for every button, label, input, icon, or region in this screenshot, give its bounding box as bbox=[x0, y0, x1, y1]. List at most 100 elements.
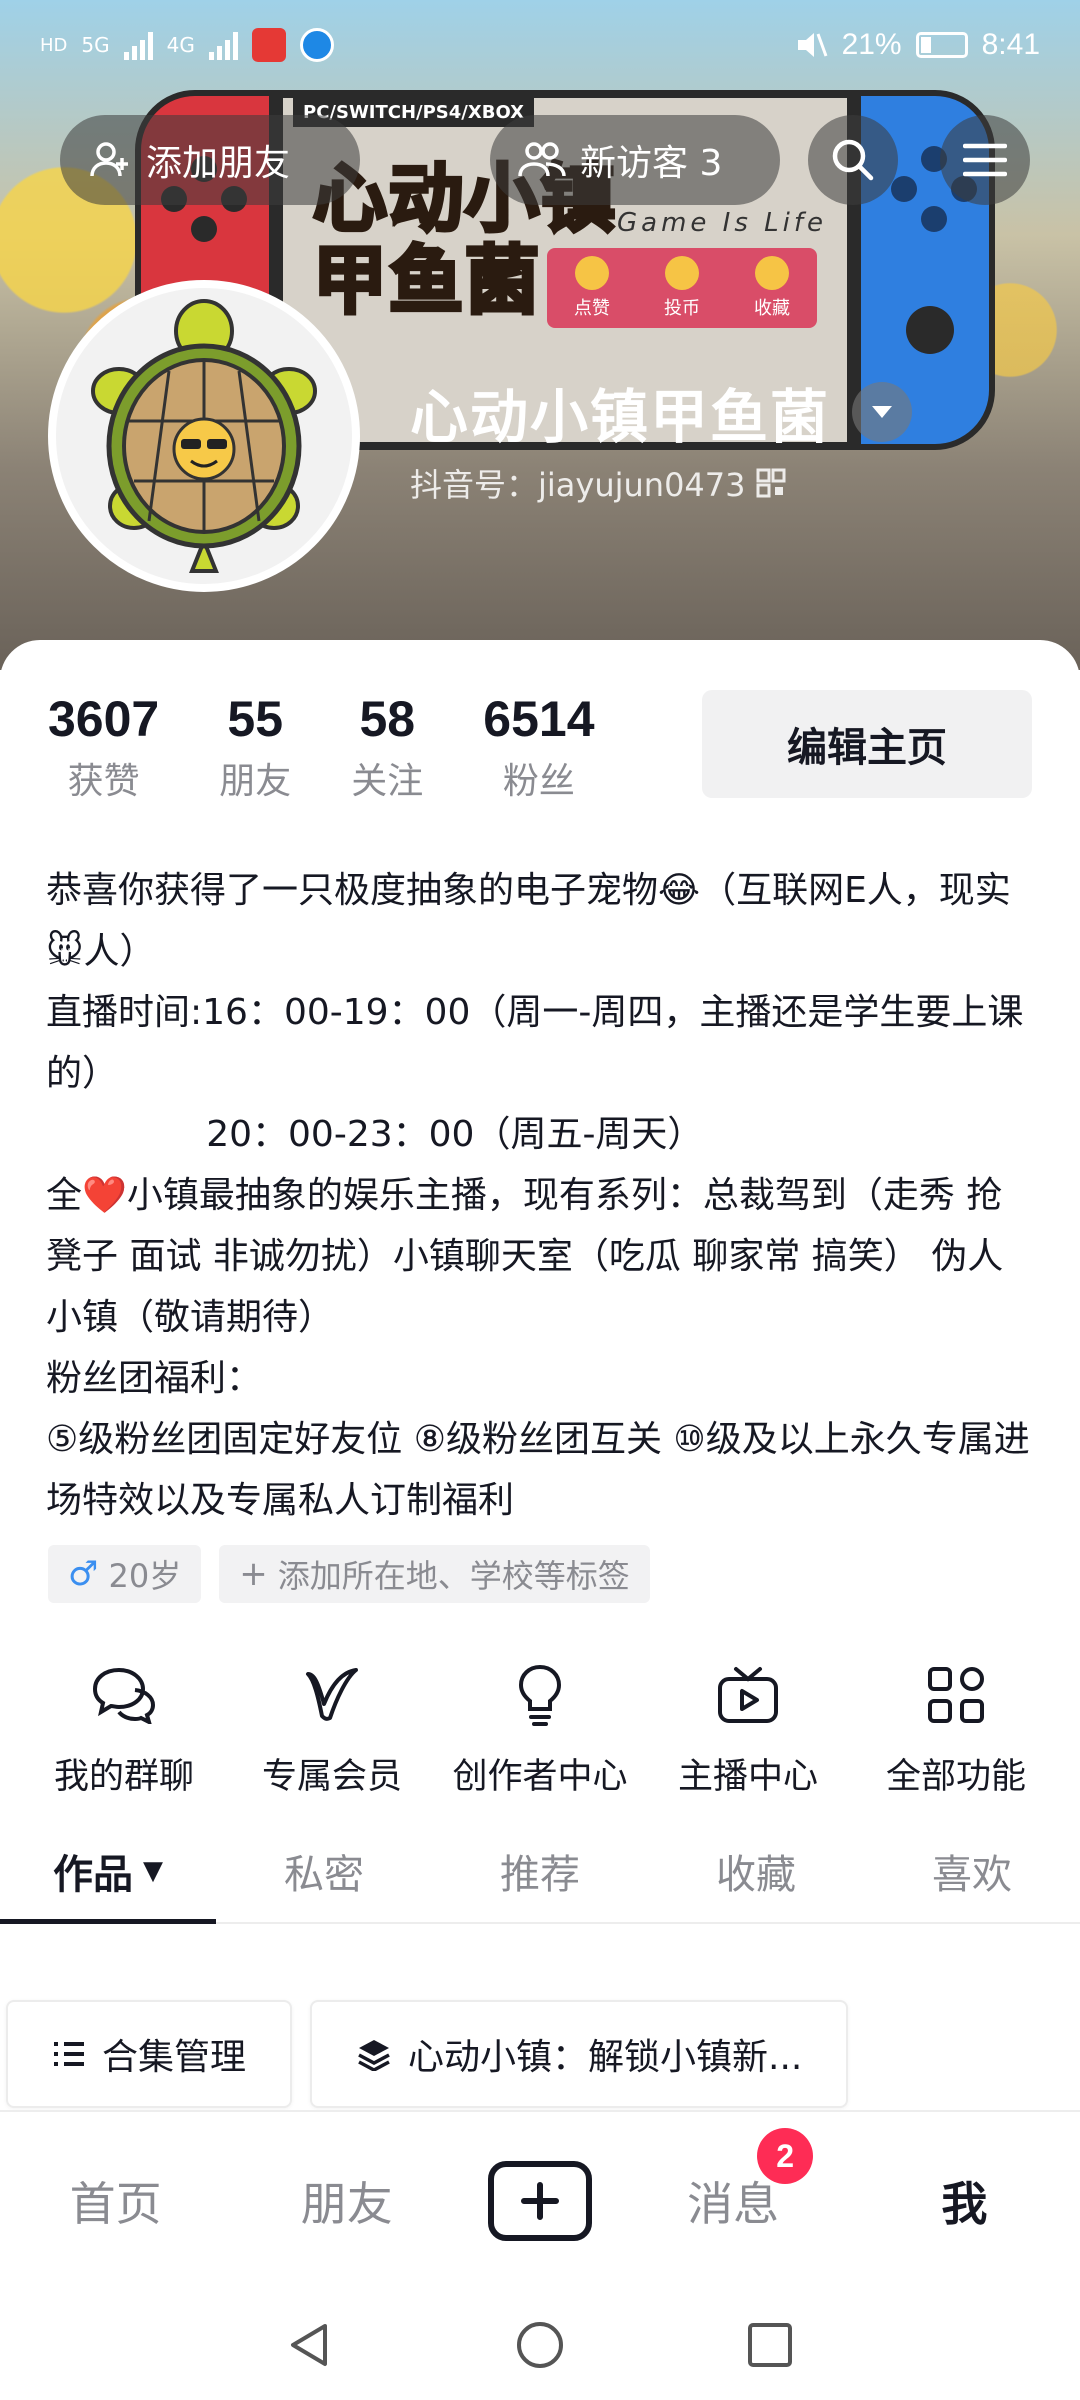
stat-label: 获赞 bbox=[67, 761, 140, 802]
douyin-id: 抖音号：jiayujun0473 bbox=[410, 466, 746, 504]
plus-icon bbox=[520, 2182, 559, 2220]
stat-friends[interactable]: 55 朋友 bbox=[219, 690, 291, 804]
add-friend-label: 添加朋友 bbox=[146, 143, 291, 184]
profile-bio[interactable]: 恭喜你获得了一只极度抽象的电子宠物😂（互联网E人，现实🐭人） 直播时间:16：0… bbox=[46, 860, 1036, 1531]
visitors-icon bbox=[518, 142, 566, 177]
app-notification-icon bbox=[251, 28, 286, 62]
tab-label: 作品 bbox=[53, 1852, 133, 1898]
stat-likes[interactable]: 3607 获赞 bbox=[48, 690, 159, 804]
bio-line: ⑤级粉丝团固定好友位 ⑧级粉丝团互关 ⑩级及以上永久专属进场特效以及专属私人订制… bbox=[46, 1419, 1030, 1521]
profile-stats: 3607 获赞 55 朋友 58 关注 6514 粉丝 bbox=[48, 690, 655, 804]
feature-all[interactable]: 全部功能 bbox=[856, 1660, 1056, 1799]
menu-button[interactable] bbox=[940, 115, 1030, 205]
bio-line: 20：00-23：00（周五-周天） bbox=[46, 1114, 704, 1155]
chip-label: 合集管理 bbox=[102, 2037, 247, 2078]
network-type: 5G bbox=[81, 33, 110, 57]
vip-icon bbox=[297, 1660, 367, 1730]
feature-label: 主播中心 bbox=[677, 1757, 818, 1797]
tab-favorites[interactable]: 收藏 bbox=[648, 1820, 864, 1922]
add-friend-button[interactable]: 添加朋友 bbox=[60, 115, 360, 205]
lightbulb-icon bbox=[505, 1660, 575, 1730]
coin-icon bbox=[665, 256, 699, 290]
status-left: HD 5G 4G bbox=[40, 28, 334, 62]
nav-me[interactable]: 我 bbox=[874, 2168, 1054, 2234]
feature-vip[interactable]: 专属会员 bbox=[232, 1660, 432, 1799]
clock: 8:41 bbox=[981, 28, 1040, 61]
list-icon bbox=[54, 2042, 84, 2066]
feature-label: 我的群聊 bbox=[53, 1757, 194, 1797]
tab-works[interactable]: 作品 ▼ bbox=[0, 1820, 216, 1924]
app-notification-icon bbox=[299, 28, 334, 62]
chip-label: 心动小镇：解锁小镇新... bbox=[408, 2037, 803, 2078]
feature-creator-center[interactable]: 创作者中心 bbox=[440, 1660, 640, 1799]
banner-action-coin: 投币 bbox=[664, 256, 700, 320]
banner-action-fav: 收藏 bbox=[754, 256, 790, 320]
feature-shortcuts: 我的群聊 专属会员 创作者中心 主播中心 全部功能 bbox=[0, 1660, 1080, 1799]
collection-chips: 合集管理 心动小镇：解锁小镇新... bbox=[6, 2000, 849, 2108]
top-action-bar: 添加朋友 新访客 3 bbox=[0, 115, 1080, 205]
star-icon bbox=[755, 256, 789, 290]
profile-tags: ♂ 20岁 + 添加所在地、学校等标签 bbox=[48, 1545, 650, 1603]
joycon-button bbox=[191, 216, 217, 242]
search-button[interactable] bbox=[808, 115, 898, 205]
signal-icon bbox=[208, 30, 238, 60]
new-visitors-button[interactable]: 新访客 3 bbox=[490, 115, 780, 205]
stat-fans[interactable]: 6514 粉丝 bbox=[483, 690, 594, 804]
stat-label: 朋友 bbox=[219, 761, 292, 802]
network-type: 4G bbox=[166, 33, 195, 57]
back-icon[interactable] bbox=[285, 2320, 335, 2370]
tv-icon bbox=[713, 1660, 783, 1730]
bio-line: 恭喜你获得了一只极度抽象的电子宠物😂（互联网E人，现实🐭人） bbox=[46, 870, 1011, 972]
stat-label: 粉丝 bbox=[502, 761, 575, 802]
caret-down-icon: ▼ bbox=[143, 1856, 163, 1886]
hd-indicator: HD bbox=[40, 34, 68, 56]
nickname: 心动小镇甲鱼菌 bbox=[410, 383, 831, 451]
account-switch-button[interactable] bbox=[852, 382, 913, 442]
thumb-up-icon bbox=[575, 256, 609, 290]
joycon-button bbox=[921, 206, 947, 232]
nav-label: 消息 bbox=[687, 2177, 780, 2231]
home-icon[interactable] bbox=[515, 2320, 565, 2370]
create-post-button[interactable] bbox=[487, 2161, 592, 2241]
tab-label: 喜欢 bbox=[932, 1852, 1012, 1898]
tab-private[interactable]: 私密 bbox=[216, 1820, 432, 1922]
chevron-down-icon bbox=[872, 406, 893, 418]
status-right: 21% 8:41 bbox=[794, 28, 1040, 62]
douyin-id-row[interactable]: 抖音号：jiayujun0473 bbox=[410, 460, 786, 506]
message-count-badge: 2 bbox=[757, 2128, 814, 2184]
joycon-stick bbox=[906, 306, 954, 354]
stat-following[interactable]: 58 关注 bbox=[351, 690, 423, 804]
grid-icon bbox=[921, 1660, 991, 1730]
bottom-nav: 首页 朋友 消息 2 我 bbox=[0, 2110, 1080, 2290]
gender-age-tag[interactable]: ♂ 20岁 bbox=[48, 1545, 202, 1603]
hamburger-menu-icon bbox=[963, 143, 1007, 177]
stat-value: 55 bbox=[227, 691, 284, 747]
male-icon: ♂ bbox=[68, 1554, 99, 1594]
bio-line: 全❤️小镇最抽象的娱乐主播，现有系列：总裁驾到（走秀 抢凳子 面试 非诚勿扰）小… bbox=[46, 1175, 1004, 1338]
nav-messages[interactable]: 消息 2 bbox=[643, 2128, 823, 2234]
collection-manage-button[interactable]: 合集管理 bbox=[6, 2000, 293, 2108]
mute-icon bbox=[797, 33, 827, 57]
nav-home[interactable]: 首页 bbox=[26, 2168, 206, 2234]
add-tag-button[interactable]: + 添加所在地、学校等标签 bbox=[219, 1545, 650, 1603]
feature-group-chat[interactable]: 我的群聊 bbox=[24, 1660, 224, 1799]
banner-action-like: 点赞 bbox=[574, 256, 610, 320]
recent-apps-icon[interactable] bbox=[745, 2320, 795, 2370]
profile-card: 3607 获赞 55 朋友 58 关注 6514 粉丝 编辑主页 恭喜你获得了一… bbox=[0, 640, 1080, 2110]
feature-streamer-center[interactable]: 主播中心 bbox=[648, 1660, 848, 1799]
collection-series-chip[interactable]: 心动小镇：解锁小镇新... bbox=[310, 2000, 849, 2108]
tab-likes[interactable]: 喜欢 bbox=[864, 1820, 1080, 1922]
group-chat-icon bbox=[89, 1660, 159, 1730]
edit-profile-button[interactable]: 编辑主页 bbox=[702, 690, 1032, 798]
plus-icon: + bbox=[239, 1554, 268, 1594]
tab-recommend[interactable]: 推荐 bbox=[432, 1820, 648, 1922]
bio-line: 粉丝团福利： bbox=[46, 1358, 263, 1399]
signal-icon bbox=[123, 30, 153, 60]
status-bar: HD 5G 4G 21% 8:41 bbox=[0, 0, 1080, 90]
new-visitors-label: 新访客 3 bbox=[580, 143, 723, 184]
avatar[interactable] bbox=[48, 280, 360, 592]
add-tag-label: 添加所在地、学校等标签 bbox=[277, 1557, 630, 1595]
nav-friends[interactable]: 朋友 bbox=[257, 2168, 437, 2234]
stat-value: 6514 bbox=[483, 691, 595, 747]
system-nav-bar bbox=[0, 2290, 1080, 2400]
